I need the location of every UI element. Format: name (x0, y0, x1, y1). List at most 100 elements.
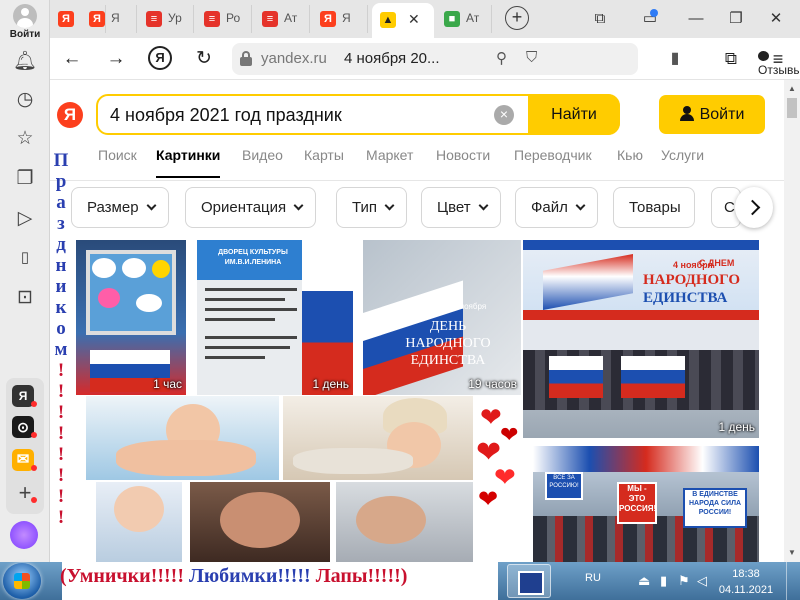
tab-3[interactable]: ≡ Ур (138, 5, 194, 33)
page-scrollbar[interactable]: ▲ ▼ (784, 80, 800, 562)
result-image-10[interactable] (336, 482, 473, 562)
service-video[interactable]: Видео (242, 147, 283, 163)
scroll-down-icon[interactable]: ▼ (788, 548, 796, 557)
hearts-decoration: ❤ ❤ ❤ ❤ ❤ (476, 402, 519, 513)
back-icon[interactable]: ← (59, 46, 85, 72)
service-images[interactable]: Картинки (156, 147, 221, 178)
protest-sign-2: МЫ - ЭТО РОССИЯ! (617, 482, 657, 524)
minimize-icon[interactable]: — (684, 8, 708, 30)
filters-next-button[interactable] (735, 187, 773, 228)
reload-icon[interactable]: ↻ (191, 46, 217, 72)
collections-icon[interactable]: ❐ (13, 167, 37, 191)
tab-5[interactable]: ≡ Ат (254, 5, 310, 33)
tab-strip: Я Я Я ≡ Ур ≡ Ро ≡ Ат Я Я ▲ ✕ ■ Ат + ⧉ ▭ … (50, 0, 800, 38)
close-tab-icon[interactable]: ✕ (408, 11, 420, 28)
filter-type[interactable]: Тип (336, 187, 408, 228)
filter-orientation[interactable]: Ориентация (185, 187, 317, 228)
start-button[interactable] (3, 563, 41, 599)
forward-icon[interactable]: → (103, 46, 129, 72)
service-q[interactable]: Кью (617, 147, 643, 163)
site-favicon-icon: ≡ (204, 11, 220, 27)
filter-goods[interactable]: Товары (613, 187, 695, 228)
service-maps[interactable]: Карты (304, 147, 344, 163)
language-indicator[interactable]: RU (585, 572, 601, 584)
result-image-9[interactable] (190, 482, 330, 562)
filter-color[interactable]: Цвет (421, 187, 501, 228)
protect-icon[interactable]: ⛉ (526, 49, 537, 66)
tab-8[interactable]: ■ Ат (436, 5, 492, 33)
alice-assistant-icon[interactable] (10, 521, 38, 549)
tab-title: Я (342, 11, 351, 25)
site-favicon-icon: ≡ (262, 11, 278, 27)
profile-button[interactable]: Войти (9, 4, 41, 40)
greeting-letter: о (56, 318, 66, 339)
service-news[interactable]: Новости (436, 147, 490, 163)
tab-title: Ур (168, 11, 182, 25)
poster-header: ДВОРЕЦ КУЛЬТУРЫ ИМ.В.И.ЛЕНИНА (218, 249, 288, 266)
new-tab-button[interactable]: + (505, 6, 529, 30)
video-icon[interactable]: ▷ (13, 207, 37, 231)
yandex-home-button[interactable]: Я (148, 46, 172, 70)
bell-icon[interactable]: 🔔︎ (13, 50, 37, 74)
bookmark-icon[interactable]: ▮ (662, 46, 688, 72)
show-desktop-button[interactable] (786, 562, 800, 600)
bookmarks-star-icon[interactable]: ☆ (13, 127, 37, 151)
taskbar-app-button[interactable] (507, 564, 551, 598)
search-form: 4 ноября 2021 год праздник × Найти (96, 94, 620, 135)
chevron-down-icon (293, 200, 304, 211)
clock-time: 18:38 (732, 568, 760, 580)
result-image-6[interactable] (86, 396, 279, 480)
tab-manager-icon[interactable]: ⧉ (588, 8, 612, 30)
screenshot-icon[interactable]: ⊡ (13, 286, 37, 310)
service-uslugi[interactable]: Услуги (661, 147, 704, 163)
flag-icon[interactable]: ⚑ (678, 573, 690, 589)
search-input[interactable]: 4 ноября 2021 год праздник (110, 105, 342, 126)
result-image-1[interactable]: 1 час (76, 240, 186, 395)
result-image-5[interactable]: 1 день (523, 320, 759, 438)
clock[interactable]: 18:38 04.11.2021 (716, 566, 776, 598)
extensions-icon[interactable]: ⧉ (718, 46, 744, 72)
greeting-part-2: Любимки!!!!! (189, 565, 311, 587)
nav-divider (50, 180, 784, 181)
find-button[interactable]: Найти (528, 94, 620, 135)
greeting-letter: и (55, 276, 67, 297)
tab-6[interactable]: Я Я (312, 5, 368, 33)
restore-icon[interactable]: ❐ (724, 8, 748, 30)
network-signal-icon[interactable]: ▮ (660, 573, 667, 589)
result-image-8[interactable] (96, 482, 182, 562)
result-image-7[interactable] (283, 396, 473, 480)
result-image-3[interactable]: ДЕНЬ НАРОДНОГО ЕДИНСТВА 4 ноября 19 часо… (363, 240, 521, 395)
history-icon[interactable]: ◷ (13, 88, 37, 112)
greeting-exclaim: ! (57, 360, 65, 381)
result-image-4[interactable]: 4 ноября С ДНЕМ НАРОДНОГО ЕДИНСТВА (523, 240, 759, 320)
yandex-phone-icon[interactable]: ▯ (13, 246, 37, 270)
scrollbar-thumb[interactable] (787, 98, 797, 118)
result-image-11[interactable]: ВСЕ ЗА РОССИЮ! МЫ - ЭТО РОССИЯ! В ЕДИНСТ… (533, 446, 759, 562)
greeting-exclaim: ! (57, 444, 65, 465)
menu-icon[interactable]: ≡ (765, 46, 791, 72)
address-bar[interactable]: yandex.ru 4 ноября 20... ⚲ ⛉ Отзывы (232, 43, 800, 77)
browser-toolbar: ← → Я ↻ yandex.ru 4 ноября 20... ⚲ ⛉ Отз… (50, 38, 800, 80)
greeting-letter: д (56, 234, 66, 255)
usb-icon[interactable]: ⏏ (638, 573, 650, 589)
filter-file[interactable]: Файл (515, 187, 598, 228)
yandex-logo[interactable]: Я (57, 102, 83, 128)
tab-title: Ат (284, 11, 298, 25)
volume-icon[interactable]: ◁ (697, 573, 707, 589)
page-title: 4 ноября 20... (344, 50, 440, 67)
close-window-icon[interactable]: ✕ (764, 8, 788, 30)
tab-2[interactable]: Я Я (81, 5, 137, 33)
service-search[interactable]: Поиск (98, 147, 137, 163)
chevron-down-icon (146, 200, 157, 211)
scroll-up-icon[interactable]: ▲ (788, 84, 796, 93)
tab-4[interactable]: ≡ Ро (196, 5, 252, 33)
clear-search-icon[interactable]: × (494, 105, 514, 125)
service-market[interactable]: Маркет (366, 147, 413, 163)
result-image-2[interactable]: ДВОРЕЦ КУЛЬТУРЫ ИМ.В.И.ЛЕНИНА 1 день (197, 240, 353, 395)
greeting-exclaim: ! (57, 423, 65, 444)
search-image-icon[interactable]: ⚲ (496, 49, 507, 67)
login-button[interactable]: Войти (659, 95, 765, 134)
service-translator[interactable]: Переводчик (514, 147, 592, 163)
filter-size[interactable]: Размер (71, 187, 169, 228)
tab-active[interactable]: ▲ ✕ (372, 3, 434, 38)
